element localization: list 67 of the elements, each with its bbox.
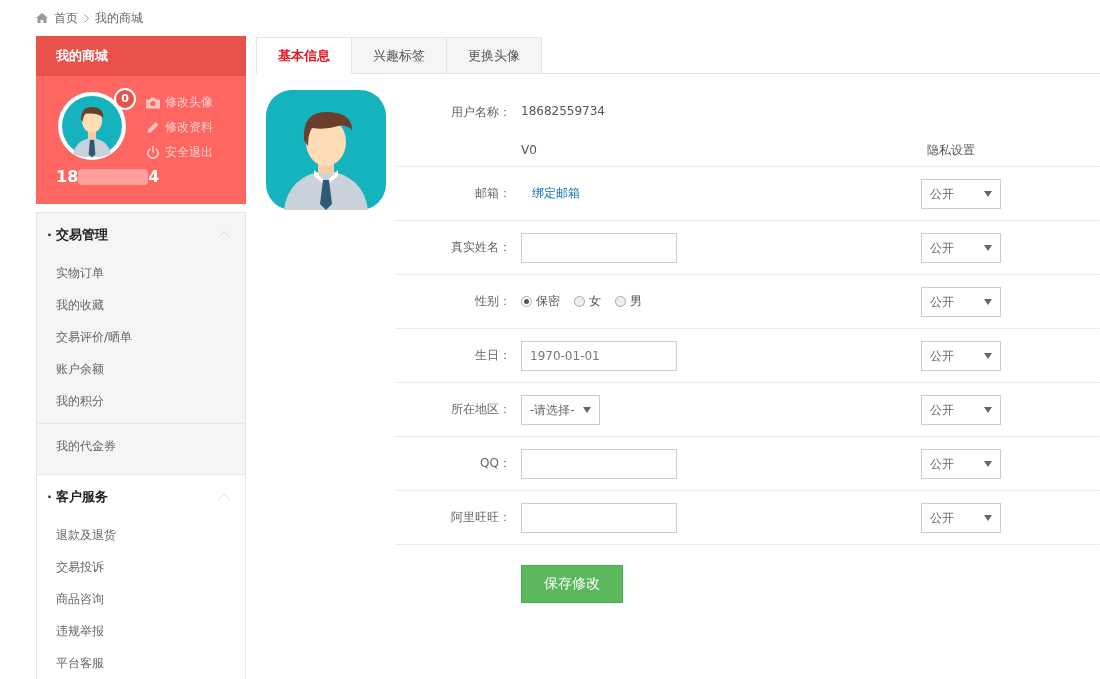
caret-icon [984, 406, 992, 413]
privacy-select[interactable]: 公开 [921, 502, 1001, 533]
field-label: 真实姓名： [451, 240, 511, 254]
field-label: 性别： [475, 294, 511, 308]
bind-email-link[interactable]: 绑定邮箱 [532, 185, 580, 202]
caret-icon [984, 514, 992, 521]
region-select[interactable]: -请选择- [521, 394, 600, 425]
menu-item[interactable]: 实物订单 [37, 257, 245, 289]
menu-item[interactable]: 交易评价/晒单 [37, 321, 245, 353]
username-text: 4 [148, 167, 160, 186]
radio-label: 女 [589, 293, 601, 310]
radio-label: 保密 [536, 293, 560, 310]
camera-icon [146, 96, 160, 109]
field-label: 阿里旺旺： [451, 510, 511, 524]
caret-icon [984, 352, 992, 359]
field-label: 所在地区： [451, 402, 511, 416]
menu-item[interactable]: 我的积分 [37, 385, 245, 417]
caret-icon [984, 460, 992, 467]
caret-icon [984, 244, 992, 251]
radio-button[interactable] [574, 296, 585, 307]
field-label: 邮箱： [475, 186, 511, 200]
menu-item[interactable]: 我的代金券 [37, 430, 245, 462]
radio-button[interactable] [615, 296, 626, 307]
menu-item[interactable]: 账户余额 [37, 353, 245, 385]
input-field[interactable] [521, 232, 677, 263]
menu-item[interactable]: 商品咨询 [37, 583, 245, 615]
caret-icon [583, 406, 591, 413]
field-value: 18682559734 [521, 104, 605, 118]
privacy-select[interactable]: 公开 [921, 178, 1001, 209]
pencil-icon [146, 121, 160, 134]
privacy-select[interactable]: 公开 [921, 340, 1001, 371]
chevron-icon[interactable] [217, 493, 231, 501]
menu-item[interactable]: 交易投诉 [37, 551, 245, 583]
menu-item[interactable]: 我的收藏 [37, 289, 245, 321]
tab[interactable]: 更换头像 [447, 37, 542, 74]
privacy-select[interactable]: 公开 [921, 448, 1001, 479]
caret-icon [984, 298, 992, 305]
field-value: V0 [521, 143, 537, 157]
radio-label: 男 [630, 293, 642, 310]
sidebar-title: 我的商城 [36, 36, 246, 76]
menu-group-title[interactable]: · 客户服务 [47, 488, 109, 506]
redaction-mask [78, 168, 149, 185]
field-label: 用户名称： [451, 105, 511, 119]
notification-badge: 0 [114, 88, 136, 110]
home-icon [36, 13, 48, 23]
tab[interactable]: 兴趣标签 [352, 37, 447, 74]
input-field[interactable]: 1970-01-01 [521, 340, 677, 371]
privacy-select[interactable]: 公开 [921, 394, 1001, 425]
chevron-icon [84, 13, 89, 23]
username-text: 18 [56, 167, 79, 186]
breadcrumb-current: 我的商城 [95, 9, 143, 27]
tab[interactable]: 基本信息 [256, 37, 352, 74]
privacy-select[interactable]: 公开 [921, 286, 1001, 317]
menu-item[interactable]: 违规举报 [37, 615, 245, 647]
menu-item[interactable]: 平台客服 [37, 647, 245, 679]
column-heading: 隐私设置 [927, 141, 975, 159]
breadcrumb-link[interactable]: 首页 [54, 9, 78, 27]
menu-group-title[interactable]: · 交易管理 [47, 226, 109, 244]
menu-item[interactable]: 退款及退货 [37, 519, 245, 551]
field-label: QQ： [480, 456, 511, 470]
power-icon [146, 146, 160, 159]
input-field[interactable] [521, 448, 677, 479]
caret-icon [984, 190, 992, 197]
radio-button[interactable] [521, 296, 532, 307]
field-label: 生日： [475, 348, 511, 362]
privacy-select[interactable]: 公开 [921, 232, 1001, 263]
input-field[interactable] [521, 502, 677, 533]
